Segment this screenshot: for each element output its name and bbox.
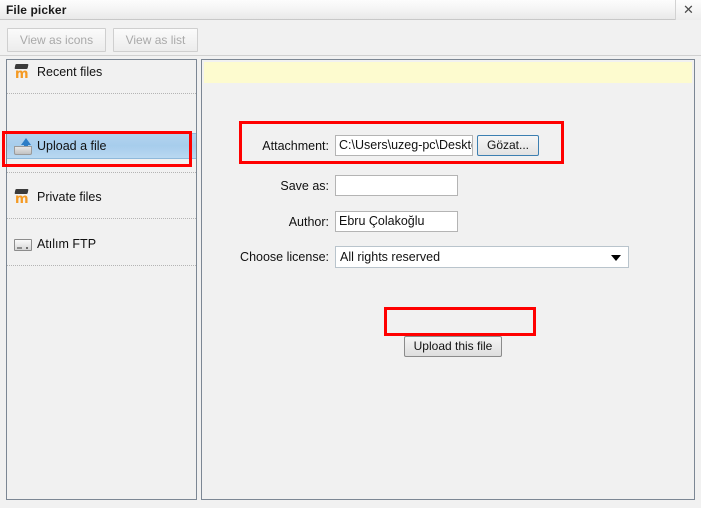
- upload-tray-icon: [14, 138, 32, 156]
- save-as-row: Save as:: [202, 175, 694, 199]
- sidebar-item-private-files[interactable]: m Private files: [7, 185, 196, 211]
- attachment-row: Attachment: C:\Users\uzeg-pc\Deskto Göza…: [202, 135, 694, 159]
- author-label: Author:: [288, 215, 329, 229]
- browse-button[interactable]: Gözat...: [477, 135, 539, 156]
- sidebar-divider: [7, 172, 196, 173]
- author-row: Author: Ebru Çolakoğlu: [202, 211, 694, 235]
- sidebar-item-atilim-ftp[interactable]: Atılım FTP: [7, 232, 196, 258]
- sidebar-item-label: Atılım FTP: [37, 237, 97, 251]
- file-picker-dialog: View as icons View as list m Recent file…: [0, 20, 701, 508]
- license-select[interactable]: All rights reserved: [335, 246, 629, 268]
- view-as-icons-button[interactable]: View as icons: [7, 28, 106, 52]
- window-title: File picker: [6, 3, 67, 17]
- chevron-down-icon: [611, 255, 621, 261]
- sidebar-divider: [7, 265, 196, 266]
- attachment-input[interactable]: C:\Users\uzeg-pc\Deskto: [335, 135, 473, 156]
- sidebar-divider: [7, 93, 196, 94]
- toolbar-divider: [0, 55, 701, 56]
- save-as-input[interactable]: [335, 175, 458, 196]
- sidebar-item-label: Private files: [37, 190, 102, 204]
- sidebar-item-label: Upload a file: [37, 139, 107, 153]
- author-input[interactable]: Ebru Çolakoğlu: [335, 211, 458, 232]
- save-as-label: Save as:: [280, 179, 329, 193]
- view-toolbar: View as icons View as list: [0, 28, 701, 56]
- view-as-list-button[interactable]: View as list: [113, 28, 198, 52]
- upload-panel: Attachment: C:\Users\uzeg-pc\Deskto Göza…: [201, 59, 695, 500]
- moodle-logo-icon: m: [14, 189, 32, 207]
- license-label: Choose license:: [240, 250, 329, 264]
- server-icon: [14, 236, 32, 254]
- attachment-label: Attachment:: [262, 139, 329, 153]
- close-icon[interactable]: ✕: [675, 0, 701, 20]
- notice-banner: [204, 62, 692, 83]
- sidebar-item-label: Recent files: [37, 65, 103, 79]
- sidebar-item-recent-files[interactable]: m Recent files: [7, 60, 196, 86]
- license-row: Choose license: All rights reserved: [202, 246, 694, 270]
- repository-sidebar: m Recent files Upload a file m Private f…: [6, 59, 197, 500]
- license-selected-value: All rights reserved: [340, 250, 441, 264]
- window-titlebar: File picker ✕: [0, 0, 701, 20]
- sidebar-item-upload-a-file[interactable]: Upload a file: [7, 133, 196, 159]
- sidebar-divider: [7, 218, 196, 219]
- upload-this-file-button[interactable]: Upload this file: [404, 336, 502, 357]
- moodle-logo-icon: m: [14, 64, 32, 82]
